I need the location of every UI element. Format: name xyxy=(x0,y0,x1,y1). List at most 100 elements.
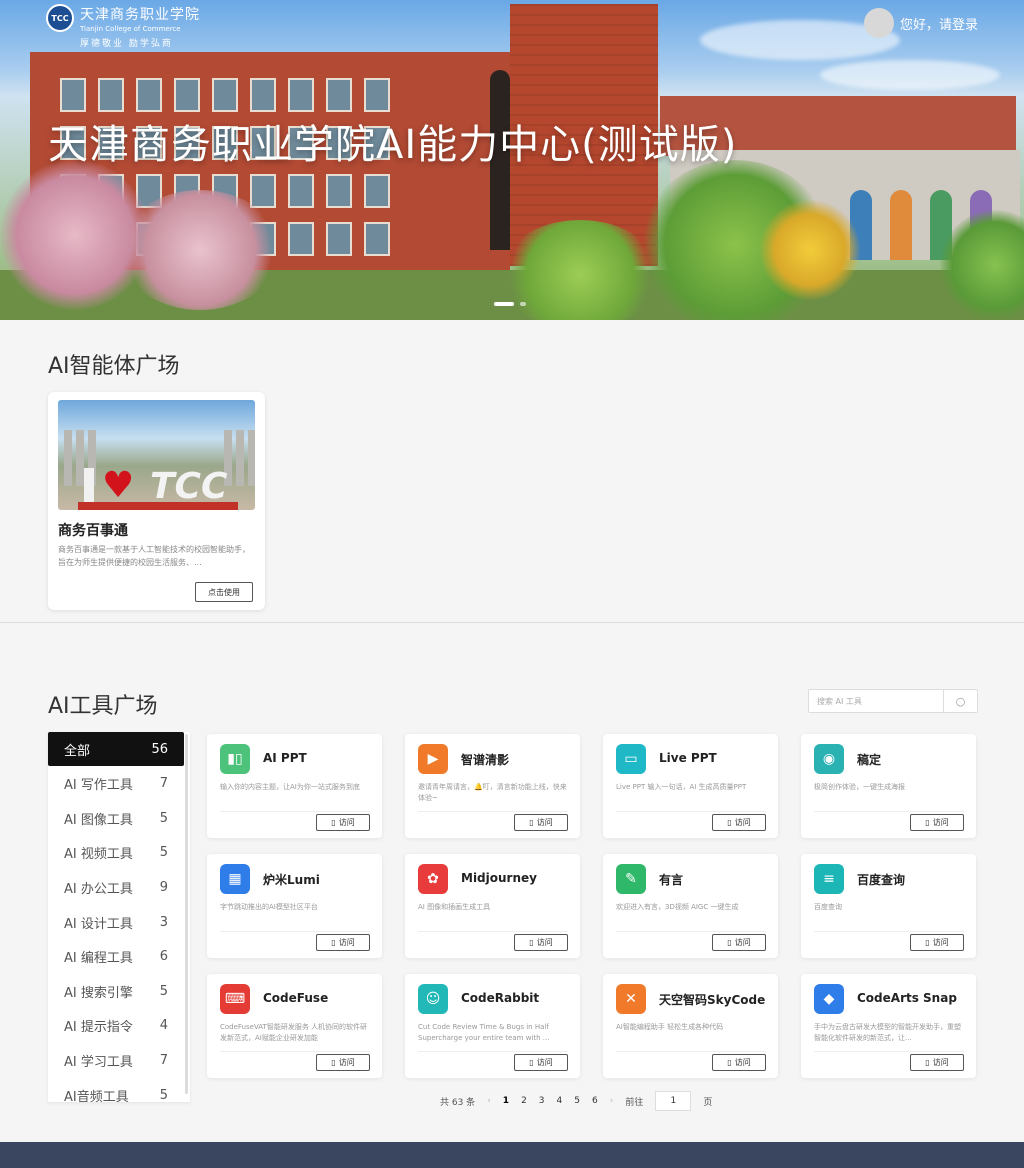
tool-card[interactable]: ▦ 炉米Lumi 字节跳动推出的AI模型社区平台 ▯ 访问 xyxy=(207,854,382,958)
hero-banner: TCC 天津商务职业学院 Tianjin College of Commerce… xyxy=(0,0,1024,320)
avatar[interactable] xyxy=(863,8,894,38)
tool-card[interactable]: ▮▯ AI PPT 输入你的内容主题，让AI为你一站式服务到底 ▯ 访问 xyxy=(207,734,382,838)
login-link[interactable]: 您好，请登录 xyxy=(900,14,978,33)
tool-description: 手中为云盘古研发大模型的智能开发助手，重塑智能化软件研发的新范式，让... xyxy=(814,1023,961,1042)
tool-name: CodeFuse xyxy=(263,991,329,1005)
visit-button[interactable]: ▯ 访问 xyxy=(316,934,370,951)
category-count: 9 xyxy=(159,879,168,895)
category-item[interactable]: AI 办公工具 9 xyxy=(48,870,184,904)
category-item[interactable]: AI 设计工具 3 xyxy=(48,905,184,939)
search-input[interactable] xyxy=(809,690,943,712)
heart-icon: ♥ xyxy=(102,465,135,506)
use-agent-button[interactable]: 点击使用 xyxy=(195,582,253,602)
page-3[interactable]: 3 xyxy=(539,1096,545,1106)
ppt-icon: ▮▯ xyxy=(220,744,250,774)
pagination: 共 63 条 ‹ 1 2 3 4 5 6 › 前往 页 xyxy=(440,1090,712,1112)
category-label: AI音频工具 xyxy=(64,1089,129,1103)
category-count: 5 xyxy=(159,810,168,826)
art-icon: ✿ xyxy=(418,864,448,894)
visit-button[interactable]: ▯ 访问 xyxy=(316,814,370,831)
tool-card[interactable]: ✎ 有言欢迎进入有言，3D视频 AIGC 一键生成 ▯ 访问 xyxy=(603,854,778,958)
visit-label: 访问 xyxy=(932,938,949,947)
category-item[interactable]: AI 视频工具 5 xyxy=(48,836,184,870)
visit-button[interactable]: ▯ 访问 xyxy=(514,1054,568,1071)
carousel-dot-active[interactable] xyxy=(494,302,514,306)
visit-button[interactable]: ▯ 访问 xyxy=(712,934,766,951)
divider xyxy=(814,931,964,932)
category-scrollbar[interactable] xyxy=(185,734,188,1094)
school-motto: 厚德敬业 励学弘商 xyxy=(80,39,173,49)
category-item[interactable]: AI 学习工具 7 xyxy=(48,1043,184,1077)
goto-page-input[interactable] xyxy=(655,1091,692,1111)
carousel-dot[interactable] xyxy=(520,302,526,306)
tool-card[interactable]: ◉ 稿定 极简创作体验，一键生成海报 ▯ 访问 xyxy=(801,734,976,838)
page-5[interactable]: 5 xyxy=(574,1096,580,1106)
agent-name: 商务百事通 xyxy=(58,523,128,539)
tool-description: Live PPT 输入一句话，AI 生成高质量PPT xyxy=(616,783,747,791)
category-item[interactable]: AI 写作工具 7 xyxy=(48,767,184,801)
visit-button[interactable]: ▯ 访问 xyxy=(712,1054,766,1071)
visit-label: 访问 xyxy=(536,1058,553,1067)
open-icon: ▯ xyxy=(529,818,534,827)
tool-name: 稿定 xyxy=(857,753,882,767)
agent-image: ♥ TCC xyxy=(58,400,255,510)
tool-search: ○ xyxy=(808,689,978,713)
page-2[interactable]: 2 xyxy=(521,1096,527,1106)
user-login[interactable]: 您好，请登录 xyxy=(863,8,978,38)
visit-button[interactable]: ▯ 访问 xyxy=(514,814,568,831)
arch xyxy=(890,190,912,260)
tool-card[interactable]: ▭ Live PPT Live PPT 输入一句话，AI 生成高质量PPT ▯ 访问 xyxy=(603,734,778,838)
tool-card[interactable]: ✿ Midjourney AI 图像和插画生成工具 ▯ 访问 xyxy=(405,854,580,958)
page-6[interactable]: 6 xyxy=(592,1096,598,1106)
tool-card[interactable]: ✕ 天空智码SkyCode AI智能编程助手 轻松生成各种代码 ▯ 访问 xyxy=(603,974,778,1078)
open-icon: ▯ xyxy=(925,1058,930,1067)
tool-card[interactable]: ⌨ CodeFuse CodeFuseVAT智能研发服务 人机协同的软件研发新范式，… xyxy=(207,974,382,1078)
tool-card[interactable]: ☺ CodeRabbit Cut Code Review Time & Bugs i… xyxy=(405,974,580,1078)
open-icon: ▯ xyxy=(727,818,732,827)
visit-label: 访问 xyxy=(932,818,949,827)
tool-card[interactable]: ◆ CodeArts Snap 手中为云盘古研发大模型的智能开发助手，重塑智能化软件… xyxy=(801,974,976,1078)
category-item[interactable]: AI 图像工具 5 xyxy=(48,801,184,835)
visit-button[interactable]: ▯ 访问 xyxy=(712,814,766,831)
visit-button[interactable]: ▯ 访问 xyxy=(910,934,964,951)
category-item[interactable]: 全部 56 xyxy=(48,732,184,766)
category-item[interactable]: AI 搜索引擎 5 xyxy=(48,974,184,1008)
tool-name: AI PPT xyxy=(263,751,307,765)
visit-button[interactable]: ▯ 访问 xyxy=(316,1054,370,1071)
tool-card[interactable]: ▶ 智谱清影 邀请青年周请言，🔔叮，清言新功能上线，快来体验~ ▯ 访问 xyxy=(405,734,580,838)
school-name-cn: 天津商务职业学院 xyxy=(80,7,200,23)
divider xyxy=(220,931,370,932)
next-page-icon[interactable]: › xyxy=(610,1096,614,1106)
tool-name: Live PPT xyxy=(659,751,717,765)
search-icon[interactable]: ○ xyxy=(943,690,977,712)
calendar-icon: ▦ xyxy=(220,864,250,894)
visit-button[interactable]: ▯ 访问 xyxy=(910,1054,964,1071)
visit-label: 访问 xyxy=(536,818,553,827)
tool-card[interactable]: ≡ 百度查询 百度查询 ▯ 访问 xyxy=(801,854,976,958)
category-item[interactable]: AI 提示指令 4 xyxy=(48,1009,184,1043)
tool-name: 天空智码SkyCode xyxy=(659,993,766,1007)
page-1[interactable]: 1 xyxy=(503,1096,509,1106)
college-logo[interactable]: TCC 天津商务职业学院 Tianjin College of Commerce… xyxy=(46,4,200,49)
category-item[interactable]: AI音频工具 5 xyxy=(48,1078,184,1103)
page-4[interactable]: 4 xyxy=(557,1096,563,1106)
visit-button[interactable]: ▯ 访问 xyxy=(910,814,964,831)
tool-description: 欢迎进入有言，3D视频 AIGC 一键生成 xyxy=(616,903,739,911)
tcc-sculpture: TCC xyxy=(150,466,228,507)
category-count: 5 xyxy=(159,983,168,999)
category-count: 56 xyxy=(151,741,168,757)
yellow-tree xyxy=(760,200,860,300)
goto-label: 前往 xyxy=(625,1097,644,1108)
category-label: AI 办公工具 xyxy=(64,881,133,897)
divider xyxy=(616,931,766,932)
prev-page-icon[interactable]: ‹ xyxy=(487,1096,491,1106)
category-count: 6 xyxy=(159,949,168,965)
visit-button[interactable]: ▯ 访问 xyxy=(514,934,568,951)
tool-name: 有言 xyxy=(659,873,684,887)
agent-section: AI智能体广场 ♥ TCC 商务百事通 商务百事通是一款基于人工智能技术的校园智… xyxy=(0,320,1024,623)
category-label: AI 写作工具 xyxy=(64,778,133,794)
divider xyxy=(220,1051,370,1052)
wand-icon: ✎ xyxy=(616,864,646,894)
agent-card[interactable]: ♥ TCC 商务百事通 商务百事通是一款基于人工智能技术的校园智能助手，旨在为师… xyxy=(48,392,265,610)
category-item[interactable]: AI 编程工具 6 xyxy=(48,940,184,974)
